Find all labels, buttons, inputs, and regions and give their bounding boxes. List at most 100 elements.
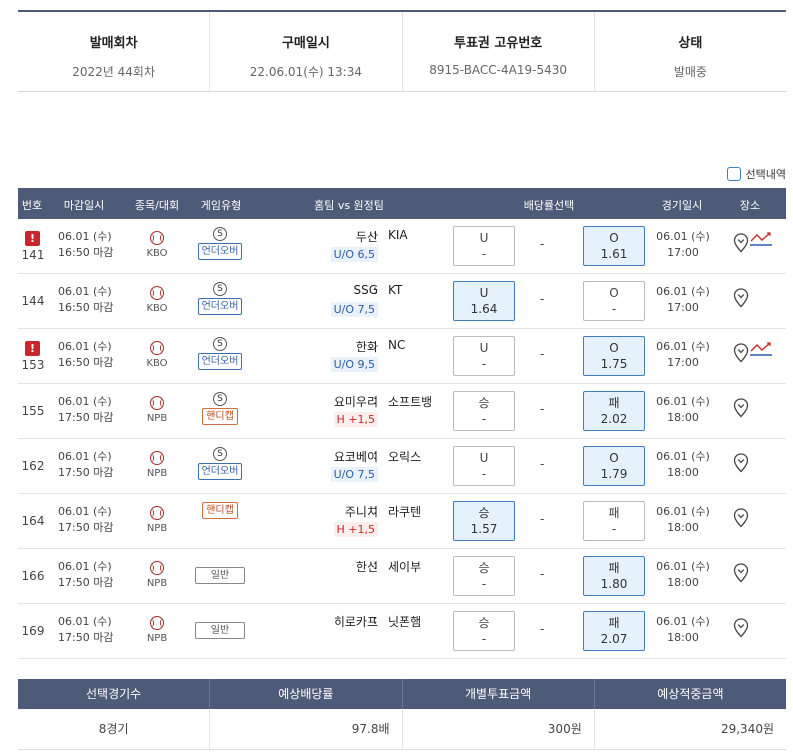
odds-value: 2.07 [600, 632, 628, 646]
odds-label: 승 [478, 506, 490, 520]
location-pin-icon[interactable] [733, 398, 749, 418]
table-row: 164 06.01 (수) 17:50 마감 NPB 핸디캡 주니치: 라쿠텐 H +1,5 승… [18, 494, 786, 549]
game-type-tag: 핸디캡 [202, 502, 238, 519]
col-game-type: 게임유형 [200, 199, 242, 212]
odds-value: - [611, 522, 617, 536]
away-team: NC [388, 338, 406, 352]
info-value: 2022년 44회차 [72, 65, 155, 79]
away-team: 소프트뱅 [388, 395, 433, 409]
odds-right-button[interactable]: O 1.61 [583, 226, 645, 266]
col-number: 번호 [21, 199, 43, 212]
home-team: 요미우리 [333, 395, 378, 409]
location-pin-icon[interactable] [733, 618, 749, 638]
odds-left-button[interactable]: U- [453, 446, 515, 486]
league-name: NPB [146, 578, 168, 589]
league-name: NPB [146, 468, 168, 479]
league: NPB [144, 561, 170, 589]
league-name: NPB [146, 633, 168, 644]
vs-separator: : [373, 338, 378, 352]
deadline: 06.01 (수) 17:50 마감 [58, 504, 113, 536]
s-icon: S [213, 227, 227, 241]
away-team: KT [388, 283, 403, 297]
deadline-time: 16:50 마감 [58, 356, 114, 369]
s-icon: S [213, 392, 227, 406]
baseball-icon [150, 286, 164, 300]
odds-left-button[interactable]: U- [453, 336, 515, 376]
odds-value: 1.79 [600, 467, 628, 481]
odds-right-button[interactable]: O 1.79 [583, 446, 645, 486]
game-date: 06.01 (수) [656, 340, 710, 353]
odds-draw: - [540, 457, 545, 471]
baseball-icon [150, 506, 164, 520]
location-pin-icon[interactable] [733, 343, 749, 363]
odds-right-button[interactable]: 패 1.80 [583, 556, 645, 596]
location-pin-icon[interactable] [733, 233, 749, 253]
game-hour: 18:00 [667, 576, 699, 589]
selection-history-toggle[interactable]: 선택내역 [726, 166, 786, 182]
location-pin-icon[interactable] [733, 288, 749, 308]
league: NPB [144, 506, 170, 534]
odds-left-button[interactable]: 승 1.57 [453, 501, 515, 541]
odds-right-button[interactable]: O 1.75 [583, 336, 645, 376]
game-time: 06.01 (수) 17:00 [655, 284, 711, 316]
odds-label: 승 [478, 561, 490, 575]
location-pin-icon[interactable] [733, 563, 749, 583]
vs-separator: : [373, 228, 378, 242]
odds-draw: - [540, 567, 545, 581]
odds-value: - [481, 357, 487, 371]
location-pin-icon[interactable] [733, 508, 749, 528]
odds-label: 패 [608, 396, 620, 410]
odds-label: 승 [478, 616, 490, 630]
game-date: 06.01 (수) [656, 560, 710, 573]
summary-header: 예상배당률 [210, 679, 403, 709]
table-row: 162 06.01 (수) 17:50 마감 NPB S 언더오버 요코베이: 오릭스 U/O … [18, 439, 786, 494]
trend-chart-icon[interactable] [750, 342, 772, 356]
home-team: 요코베이 [333, 450, 378, 464]
odds-left-button[interactable]: U 1.64 [453, 281, 515, 321]
baseball-icon [150, 561, 164, 575]
odds-right-button[interactable]: 패- [583, 501, 645, 541]
location-pin-icon[interactable] [733, 453, 749, 473]
vs-separator: : [373, 448, 378, 462]
odds-value: 2.02 [600, 412, 628, 426]
game-time: 06.01 (수) 18:00 [655, 394, 711, 426]
odds-right-button[interactable]: 패 2.07 [583, 611, 645, 651]
odds-label: U [479, 231, 489, 245]
odds-left-button[interactable]: 승- [453, 556, 515, 596]
odds-label: 패 [608, 561, 620, 575]
odds-value: 1.61 [600, 247, 628, 261]
deadline: 06.01 (수) 16:50 마감 [58, 339, 113, 371]
odds-label: U [479, 286, 489, 300]
odds-right-button[interactable]: O- [583, 281, 645, 321]
table-row: ! 153 06.01 (수) 16:50 마감 KBO S 언더오버 한화: NC U/O 9,… [18, 329, 786, 384]
odds-right-button[interactable]: 패 2.02 [583, 391, 645, 431]
odds-label: U [479, 341, 489, 355]
game-hour: 18:00 [667, 631, 699, 644]
table-row: 169 06.01 (수) 17:50 마감 NPB 일반 히로카프: 닛폰햄 승 - - 패 2.0… [18, 604, 786, 659]
col-league: 종목/대회 [134, 199, 180, 212]
vs-separator: : [373, 613, 378, 627]
odds-value: - [481, 412, 487, 426]
league-name: NPB [146, 413, 168, 424]
row-number: 155 [21, 404, 45, 418]
game-type: 핸디캡 [194, 502, 246, 519]
odds-left-button[interactable]: 승- [453, 611, 515, 651]
odds-left-button[interactable]: U- [453, 226, 515, 266]
deadline-date: 06.01 (수) [58, 505, 112, 518]
deadline-date: 06.01 (수) [58, 615, 112, 628]
trend-chart-icon[interactable] [750, 232, 772, 246]
info-label: 상태 [678, 36, 703, 51]
away-team: 세이부 [388, 560, 422, 574]
odds-value: - [481, 467, 487, 481]
summary-game-count: 8경기 [18, 709, 211, 749]
selection-checkbox[interactable] [726, 167, 741, 181]
game-type-tag: 일반 [195, 567, 245, 584]
baseball-icon [150, 451, 164, 465]
baseball-icon [150, 231, 164, 245]
odds-draw: - [540, 402, 545, 416]
game-hour: 18:00 [667, 466, 699, 479]
odds-draw: - [540, 237, 545, 251]
info-round: 발매회차 2022년 44회차 [18, 12, 211, 91]
deadline-time: 17:50 마감 [58, 576, 114, 589]
odds-left-button[interactable]: 승- [453, 391, 515, 431]
